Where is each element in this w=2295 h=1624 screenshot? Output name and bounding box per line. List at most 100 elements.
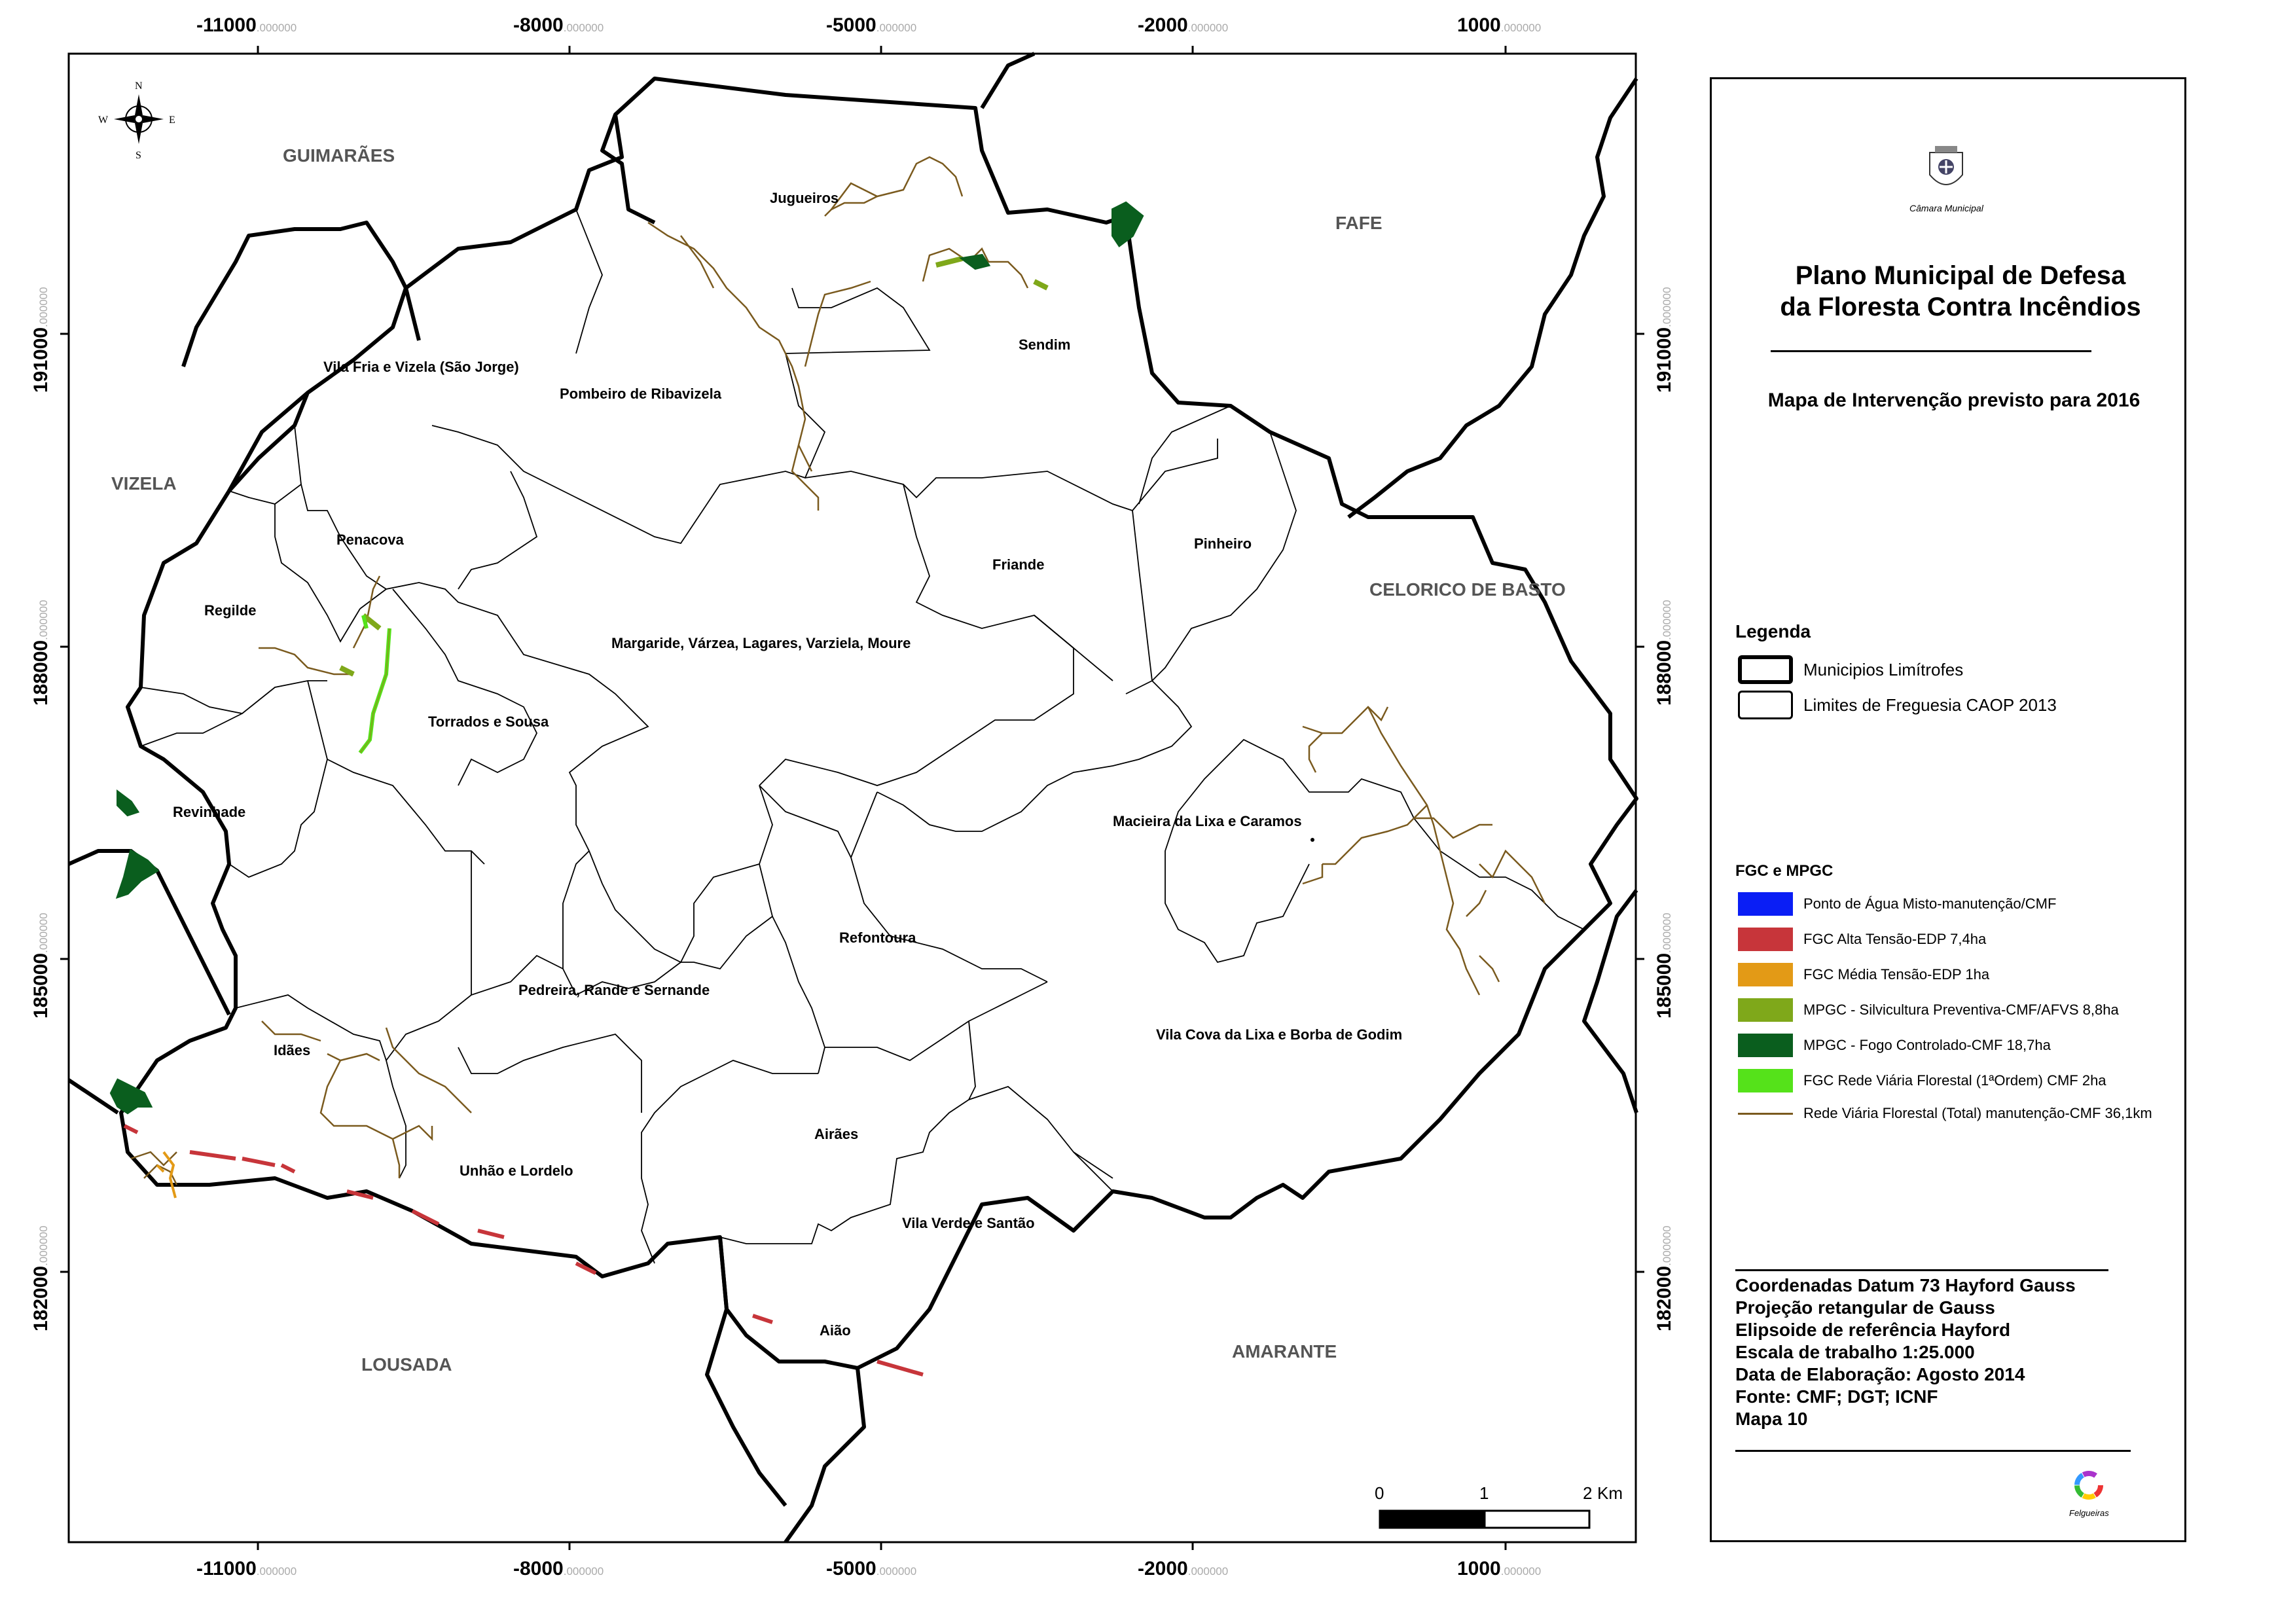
svg-text:1000.000000: 1000.000000 [1457,1558,1541,1579]
lousada-boundary [67,1078,119,1115]
fgc-row: Ponto de Água Misto-manutenção/CMF [1738,891,2056,917]
meta-rule-top [1735,1269,2108,1271]
felgueiras-ring-icon [2074,1471,2104,1500]
svg-text:188000.000000: 188000.000000 [30,600,52,706]
meta-line: Mapa 10 [1735,1409,1808,1429]
fgc-row: Rede Viária Florestal (Total) manutenção… [1738,1100,2152,1127]
x-tick-bottom-1: -8000 [513,1558,564,1579]
parish-label: Pombeiro de Ribavizela [560,386,722,402]
fgc-swatch-olive [1738,998,1793,1022]
scale-unit: Km [1597,1483,1623,1503]
svg-text:-5000.000000: -5000.000000 [826,1558,916,1579]
parish-label: Regilde [204,602,256,619]
svg-text:-2000.000000: -2000.000000 [1138,14,1228,36]
compass-w: W [98,115,109,126]
felgueiras-logo-label: Felgueiras [2069,1508,2109,1518]
svg-text:191000.000000: 191000.000000 [30,287,52,393]
y-tick-right-0: 191000 [1653,327,1675,393]
svg-text:188000.000000: 188000.000000 [1653,600,1675,706]
map-subtitle: Mapa de Intervenção previsto para 2016 [1767,389,2141,411]
parish-label: Idães [274,1042,310,1058]
legend-title: Legenda [1735,621,1811,641]
map-frame [67,52,1637,1543]
meta-line: Data de Elaboração: Agosto 2014 [1735,1364,2025,1384]
top-grid-ticks [60,46,1644,1550]
fgc-label: Ponto de Água Misto-manutenção/CMF [1803,895,2057,912]
parish-label: Vila Fria e Vizela (São Jorge) [323,359,519,375]
fgc-swatch-blue [1738,892,1793,916]
coat-of-arms-icon [1929,146,1964,185]
fgc-row: MPGC - Fogo Controlado-CMF 18,7ha [1738,1032,2051,1058]
compass-s: S [136,150,141,161]
scale-bar: 0 1 2 Km [1375,1483,1623,1529]
meta-line: Elipsoide de referência Hayford [1735,1320,2011,1340]
parish-label: Penacova [336,532,404,548]
camara-municipal-logo: Câmara Municipal [1909,145,1983,213]
x-tick-bottom-4: 1000 [1457,1558,1501,1579]
title-line-1: Plano Municipal de Defesa [1795,261,2126,290]
fgc-row: MPGC - Silvicultura Preventiva-CMF/AFVS … [1738,997,2119,1023]
muni-label-fafe: FAFE [1335,213,1382,233]
muni-label-celorico: CELORICO DE BASTO [1369,579,1566,600]
muni-label-amarante: AMARANTE [1232,1341,1337,1362]
legend-row-municipios: Municipios Limítrofes [1738,655,1963,684]
legend-row-freguesias: Limites de Freguesia CAOP 2013 [1738,691,2057,719]
fgc-swatch-lightgreen [1738,1069,1793,1092]
aiao-south [705,1236,787,1507]
parish-label: Vila Cova da Lixa e Borba de Godim [1156,1026,1402,1043]
x-tick-bottom-0: -11000 [196,1558,257,1579]
svg-text:-2000.000000: -2000.000000 [1138,1558,1228,1579]
legend-label: Municipios Limítrofes [1803,659,1964,679]
legend-swatch-thick [1738,655,1793,684]
meta-line: Escala de trabalho 1:25.000 [1735,1342,1975,1362]
x-tick-top-2: -5000 [826,14,876,36]
map-metadata: Coordenadas Datum 73 Hayford Gauss Proje… [1735,1274,2076,1430]
muni-label-vizela: VIZELA [111,473,177,494]
municipality-boundaries [67,52,1638,1543]
fgc-swatch-red [1738,928,1793,951]
y-tick-left-0: 191000 [30,327,52,393]
north-spur-jugueiros [600,113,656,225]
legend-label: Limites de Freguesia CAOP 2013 [1803,695,2057,715]
fafe-spur [980,52,1036,109]
amarante-south [784,1367,866,1543]
parish-label: Revinhade [173,804,245,820]
meta-line: Projeção retangular de Gauss [1735,1297,1995,1318]
fgc-rede-viaria-1a-ordem-outline [359,628,390,753]
fgc-title: FGC e MPGC [1735,862,1834,880]
x-tick-top-1: -8000 [513,14,564,36]
parish-label: Jugueiros [770,190,839,206]
compass-n: N [135,81,143,92]
fgc-label: MPGC - Silvicultura Preventiva-CMF/AFVS … [1803,1001,2119,1018]
svg-text:182000.000000: 182000.000000 [1653,1225,1675,1331]
svg-text:-8000.000000: -8000.000000 [513,1558,604,1579]
felgueiras-boundary [119,77,1638,1370]
y-tick-right-2: 185000 [1653,953,1675,1019]
fgc-row: FGC Rede Viária Florestal (1ªOrdem) CMF … [1738,1068,2106,1094]
y-tick-right-1: 188000 [1653,640,1675,706]
east-upper-spur [1347,77,1638,519]
y-axis-right-labels: 191000.000000 188000.000000 185000.00000… [1653,287,1675,1331]
y-tick-right-3: 182000 [1653,1266,1675,1331]
map-title: Plano Municipal de Defesa da Floresta Co… [1751,260,2170,323]
fgc-swatch-orange [1738,963,1793,986]
parish-label: Pedreira, Rande e Sernande [518,982,710,998]
svg-text:1000.000000: 1000.000000 [1457,14,1541,36]
fgc-swatch-darkgreen [1738,1034,1793,1057]
mpgc-fogo-controlado [109,201,1144,1115]
parish-label: Airães [814,1126,858,1142]
legend-swatch-thin [1738,691,1793,719]
svg-text:-5000.000000: -5000.000000 [826,14,916,36]
x-axis-bottom-labels: -11000.000000 -8000.000000 -5000.000000 … [196,1558,1541,1579]
parish-label: Macieira da Lixa e Caramos [1113,813,1302,829]
y-tick-left-2: 185000 [30,953,52,1019]
x-tick-bottom-2: -5000 [826,1558,876,1579]
fgc-label: Rede Viária Florestal (Total) manutenção… [1803,1105,2152,1121]
parish-label: Pinheiro [1194,535,1252,552]
muni-label-guimaraes: GUIMARÃES [283,145,395,166]
title-rule [1771,350,2091,352]
scale-label-0: 0 [1375,1483,1384,1503]
svg-text:-11000.000000: -11000.000000 [196,1558,297,1579]
svg-text:185000.000000: 185000.000000 [30,912,52,1019]
svg-text:-11000.000000: -11000.000000 [196,14,297,36]
